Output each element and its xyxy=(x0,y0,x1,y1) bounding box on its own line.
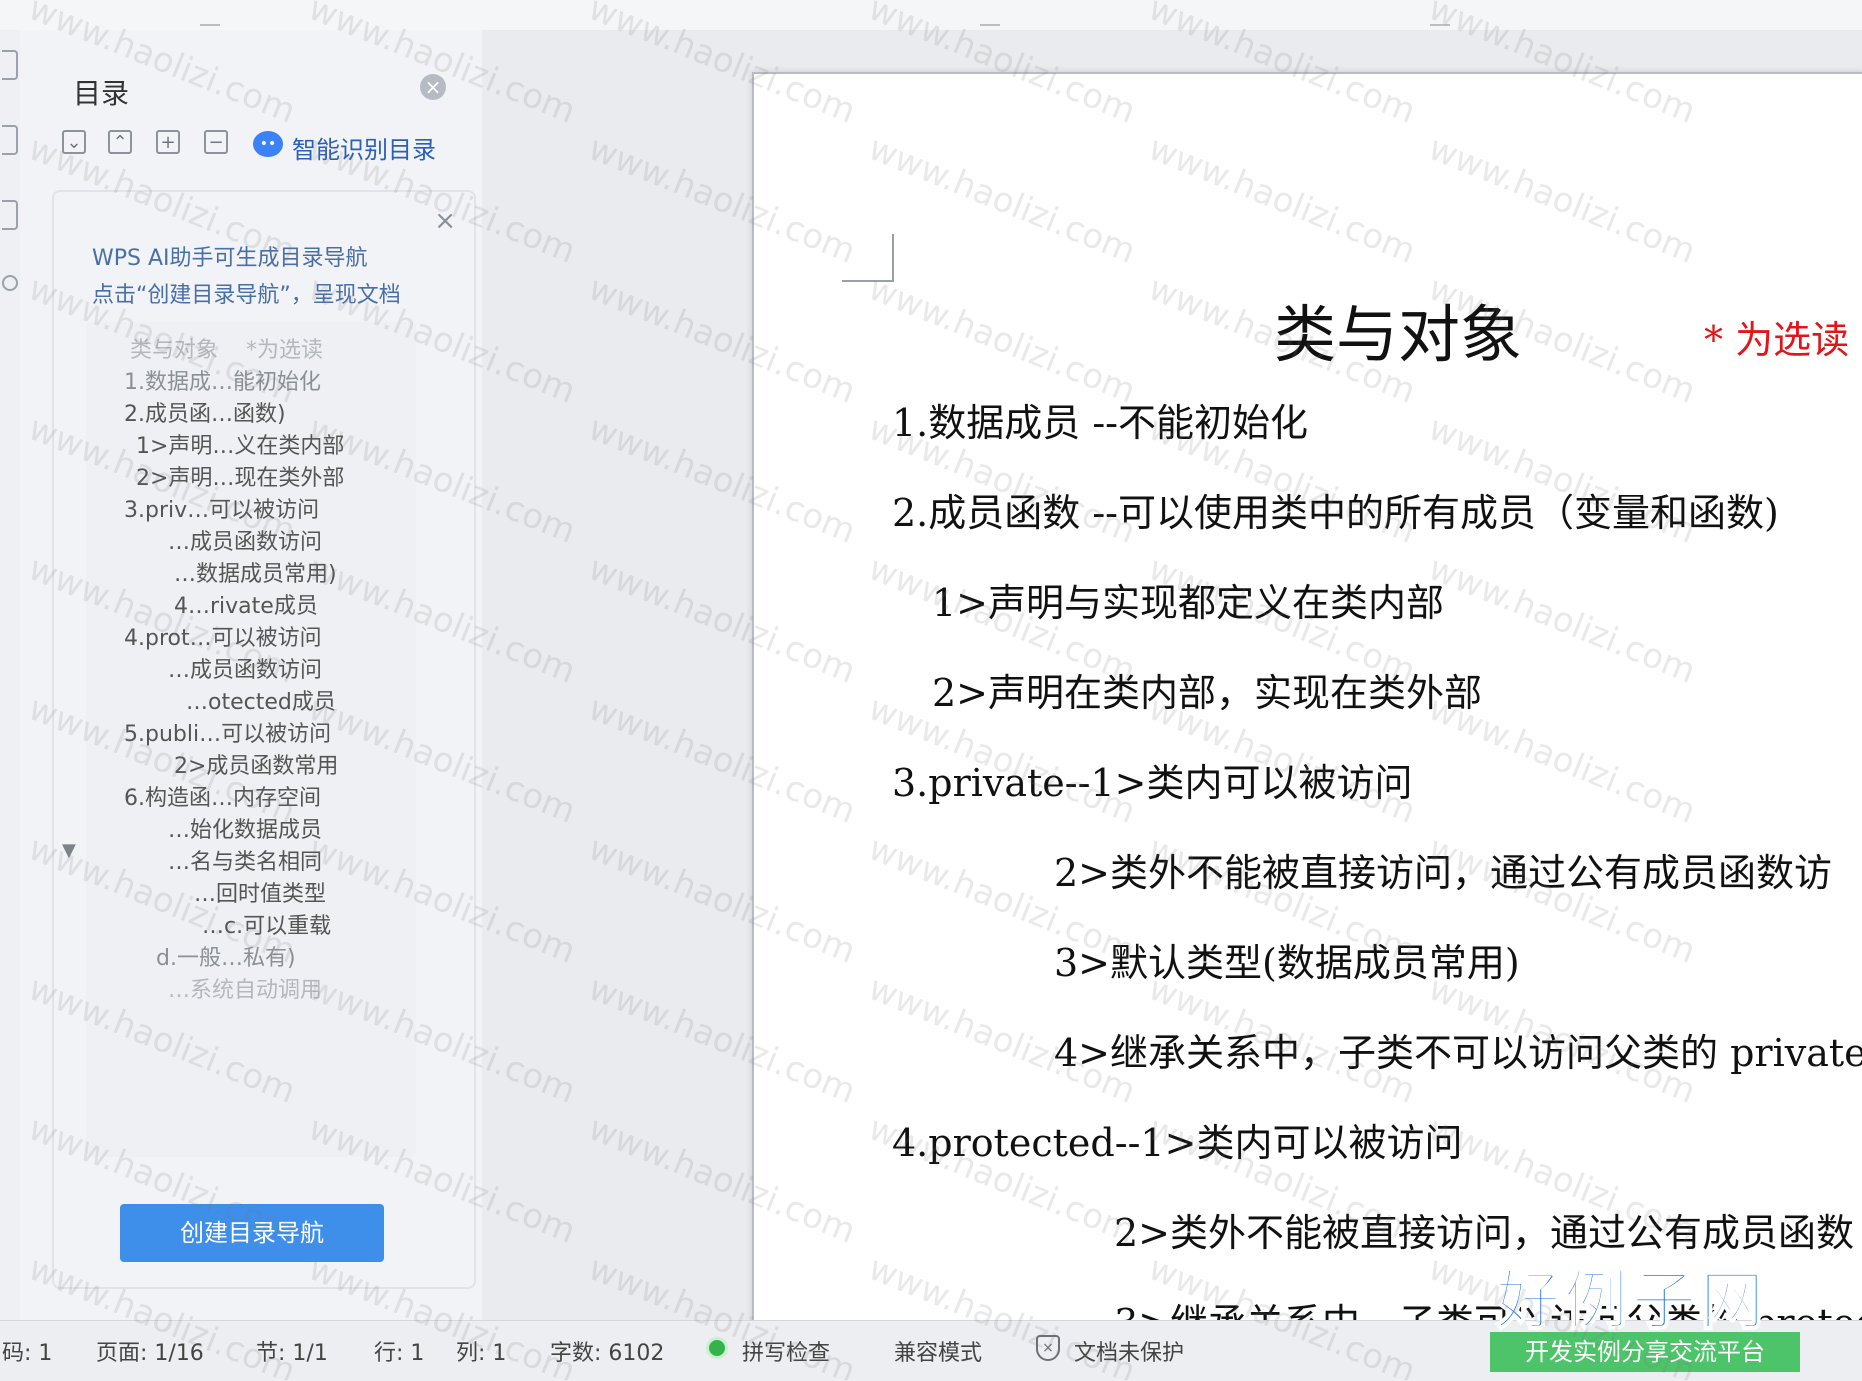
document-line: 2.成员函数 --可以使用类中的所有成员（变量和函数) xyxy=(892,491,1779,535)
shield-icon[interactable]: × xyxy=(1036,1335,1060,1361)
card-hint-line1: WPS AI助手可生成目录导航 xyxy=(92,246,368,271)
toc-preview-item: …名与类名相同 xyxy=(168,850,323,875)
collapse-all-icon[interactable]: ⌃ xyxy=(108,130,132,154)
ai-toc-card: × WPS AI助手可生成目录导航 点击“创建目录导航”，呈现文档 类与对象 *… xyxy=(52,190,476,1289)
add-level-icon[interactable]: + xyxy=(156,130,180,154)
brand-logo: 好例子网 开发实例分享交流平台 xyxy=(1490,1250,1830,1380)
toc-preview-item: …始化数据成员 xyxy=(168,818,323,843)
toc-preview: 类与对象 *为选读 1.数据成…能初始化 2.成员函…函数) 1>声明…义在类内… xyxy=(86,322,416,1157)
close-icon[interactable]: × xyxy=(420,74,446,100)
toc-preview-item: 1>声明…义在类内部 xyxy=(136,434,345,459)
search-icon[interactable] xyxy=(2,275,18,291)
card-hint-line2: 点击“创建目录导航”，呈现文档 xyxy=(92,283,401,308)
document-line: 3>默认类型(数据成员常用) xyxy=(1054,941,1520,985)
status-row: 行: 1 xyxy=(374,1341,425,1366)
document-line: 4>继承关系中，子类不可以访问父类的 private xyxy=(1054,1031,1862,1075)
toc-preview-item: 类与对象 xyxy=(130,338,219,363)
create-toc-button[interactable]: 创建目录导航 xyxy=(120,1204,384,1262)
margin-corner-mark xyxy=(842,234,894,282)
toc-preview-item: 1.数据成…能初始化 xyxy=(124,370,321,395)
toc-preview-item: …c.可以重载 xyxy=(202,914,332,939)
toc-preview-item: …系统自动调用 xyxy=(168,978,323,1003)
expand-all-icon[interactable]: ⌄ xyxy=(62,130,86,154)
left-icon-rail xyxy=(0,30,20,1320)
pages-icon[interactable] xyxy=(2,200,18,230)
toc-preview-item: 5.publi…可以被访问 xyxy=(124,722,332,747)
toc-preview-item: …数据成员常用) xyxy=(174,562,337,587)
close-icon[interactable]: × xyxy=(434,206,456,236)
spell-check-button[interactable]: 拼写检查 xyxy=(742,1335,830,1367)
tab-fragment[interactable] xyxy=(980,0,1000,26)
ai-recognize-toc-button[interactable]: 智能识别目录 xyxy=(292,130,436,165)
toc-preview-item: 4.prot…可以被访问 xyxy=(124,626,322,651)
toc-preview-item: …otected成员 xyxy=(186,690,336,715)
toc-preview-item: …成员函数访问 xyxy=(168,530,323,555)
doc-protect-button[interactable]: 文档未保护 xyxy=(1074,1335,1184,1367)
document-line: 2>类外不能被直接访问，通过公有成员函数访 xyxy=(1054,851,1833,895)
toc-panel: 目录 × ⌄ ⌃ + − •• 智能识别目录 × WPS AI助手可生成目录导航… xyxy=(20,30,483,1320)
status-section: 节: 1/1 xyxy=(256,1341,328,1366)
toc-preview-item: …回时值类型 xyxy=(194,882,327,907)
toc-preview-item: 2>声明…现在类外部 xyxy=(136,466,345,491)
brand-logo-title: 好例子网 xyxy=(1495,1264,1768,1340)
document-line: 1.数据成员 --不能初始化 xyxy=(892,401,1309,445)
document-line: 1>声明与实现都定义在类内部 xyxy=(932,581,1445,625)
toc-preview-item: 6.构造函…内存空间 xyxy=(124,786,321,811)
status-page[interactable]: 页面: 1/16 xyxy=(96,1335,204,1367)
compat-mode-label[interactable]: 兼容模式 xyxy=(894,1335,982,1367)
toc-preview-item: 2>成员函数常用 xyxy=(174,754,339,779)
toc-preview-item: *为选读 xyxy=(246,338,324,363)
toc-preview-item: 3.priv…可以被访问 xyxy=(124,498,320,523)
top-tab-strip xyxy=(0,0,1862,31)
toc-preview-item: …成员函数访问 xyxy=(168,658,323,683)
brand-logo-tagline: 开发实例分享交流平台 xyxy=(1490,1332,1800,1372)
spell-check-icon[interactable] xyxy=(706,1337,728,1359)
document-line: 2>声明在类内部，实现在类外部 xyxy=(932,671,1483,715)
status-col: 列: 1 xyxy=(456,1341,507,1366)
toc-preview-item: 2.成员函…函数) xyxy=(124,402,286,427)
document-line: 4.protected--1>类内可以被访问 xyxy=(892,1121,1463,1165)
collapse-triangle-icon[interactable]: ▼ xyxy=(62,840,76,861)
status-page-code: 码: 1 xyxy=(2,1341,53,1366)
document-page[interactable]: 类与对象 * 为选读 1.数据成员 --不能初始化 2.成员函数 --可以使用类… xyxy=(752,72,1862,1322)
remove-level-icon[interactable]: − xyxy=(204,130,228,154)
status-word-count[interactable]: 字数: 6102 xyxy=(550,1335,664,1367)
tab-fragment[interactable] xyxy=(1430,0,1450,26)
document-title: 类与对象 xyxy=(1274,298,1523,371)
bookmark-icon[interactable] xyxy=(2,125,18,155)
toc-preview-item: 4…rivate成员 xyxy=(174,594,318,619)
document-line: 3.private--1>类内可以被访问 xyxy=(892,761,1413,805)
document-line: 2>类外不能被直接访问，通过公有成员函数 xyxy=(1114,1211,1855,1255)
toc-title: 目录 xyxy=(73,77,130,110)
tab-fragment[interactable] xyxy=(200,0,220,26)
toc-preview-item: d.一般…私有) xyxy=(156,946,296,971)
robot-face-icon[interactable]: •• xyxy=(253,131,283,157)
outline-icon[interactable] xyxy=(2,50,18,80)
document-note: * 为选读 xyxy=(1704,318,1850,362)
